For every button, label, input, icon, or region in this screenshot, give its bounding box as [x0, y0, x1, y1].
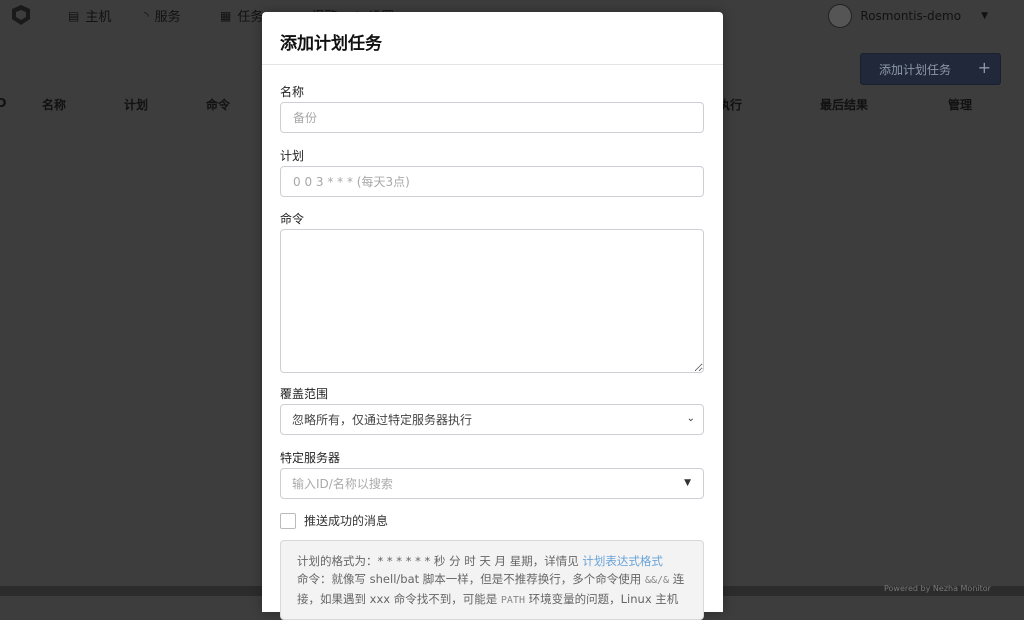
nav-item-hosts[interactable]: ▤ 主机 — [68, 6, 112, 26]
help-text: 连 — [669, 572, 685, 586]
servers-search-placeholder: 输入ID/名称以搜索 — [292, 477, 393, 491]
servers-label: 特定服务器 — [280, 451, 341, 465]
rss-icon: ◝ — [144, 8, 149, 23]
column-header: 名称 — [42, 98, 67, 112]
nav-item-services[interactable]: ◝ 服务 — [144, 6, 181, 26]
command-textarea[interactable] — [280, 229, 704, 373]
help-text: 命令：就像写 shell/bat 脚本一样，但是不推荐换行，多个命令使用 — [297, 572, 645, 586]
add-task-label: 添加计划任务 — [879, 62, 952, 77]
server-icon: ▤ — [68, 8, 80, 23]
name-label: 名称 — [280, 85, 305, 99]
servers-search-select[interactable]: 输入ID/名称以搜索 ▼ — [280, 468, 704, 499]
username: Rosmontis-demo — [860, 9, 962, 23]
footer-text: Powered by Nezha Monitor — [884, 584, 991, 593]
logo-icon — [12, 5, 30, 25]
nav-item-label: 服务 — [154, 10, 181, 25]
modal-title: 添加计划任务 — [280, 34, 382, 54]
command-label: 命令 — [280, 212, 305, 226]
chevron-down-icon: ▼ — [981, 11, 988, 21]
cover-label: 覆盖范围 — [280, 387, 329, 401]
name-input[interactable] — [280, 102, 704, 133]
column-header: 最后结果 — [820, 98, 869, 112]
calendar-icon: ▦ — [220, 8, 232, 23]
help-code: PATH — [500, 595, 525, 606]
schedule-label: 计划 — [280, 149, 305, 163]
push-success-checkbox[interactable] — [280, 512, 296, 529]
help-code: &&/& — [644, 575, 670, 586]
cover-select-value: 忽略所有，仅通过特定服务器执行 — [292, 413, 473, 427]
nav-item-label: 主机 — [85, 10, 112, 25]
column-header: 命令 — [206, 98, 231, 112]
help-text: 环境变量的问题，Linux 主机 — [524, 592, 679, 606]
nav-item-tasks[interactable]: ▦ 任务 — [220, 6, 264, 26]
help-line-2: 命令：就像写 shell/bat 脚本一样，但是不推荐换行，多个命令使用 &&/… — [297, 570, 687, 590]
add-task-modal: 添加计划任务 名称 计划 命令 覆盖范围 忽略所有，仅通过特定服务器执行 ⌄ 特… — [262, 12, 723, 620]
plus-icon: + — [977, 58, 991, 77]
schedule-input[interactable] — [280, 166, 704, 197]
help-text: 接，如果遇到 xxx 命令找不到，可能是 — [297, 592, 501, 606]
column-header: 计划 — [124, 98, 149, 112]
push-success-label: 推送成功的消息 — [304, 514, 389, 528]
help-line-3: 接，如果遇到 xxx 命令找不到，可能是 PATH 环境变量的问题，Linux … — [297, 590, 687, 610]
push-success-option[interactable]: 推送成功的消息 — [280, 512, 388, 529]
caret-down-icon: ▼ — [684, 478, 691, 488]
help-text: 计划的格式为：* * * * * * 秒 分 时 天 月 星期，详情见 — [297, 554, 583, 568]
help-line-1: 计划的格式为：* * * * * * 秒 分 时 天 月 星期，详情见 计划表达… — [297, 552, 687, 570]
chevron-down-icon: ⌄ — [686, 413, 695, 424]
column-header: 管理 — [948, 98, 973, 112]
nav-item-label: 任务 — [237, 10, 264, 25]
add-task-button[interactable]: 添加计划任务 + — [860, 53, 1001, 85]
user-menu[interactable]: Rosmontis-demo ▼ — [828, 4, 988, 28]
column-header: ID — [0, 96, 7, 110]
cover-select[interactable]: 忽略所有，仅通过特定服务器执行 ⌄ — [280, 404, 704, 435]
avatar — [828, 4, 853, 28]
help-box: 计划的格式为：* * * * * * 秒 分 时 天 月 星期，详情见 计划表达… — [280, 540, 704, 620]
cron-format-link[interactable]: 计划表达式格式 — [582, 554, 663, 568]
modal-header: 添加计划任务 — [262, 12, 723, 65]
